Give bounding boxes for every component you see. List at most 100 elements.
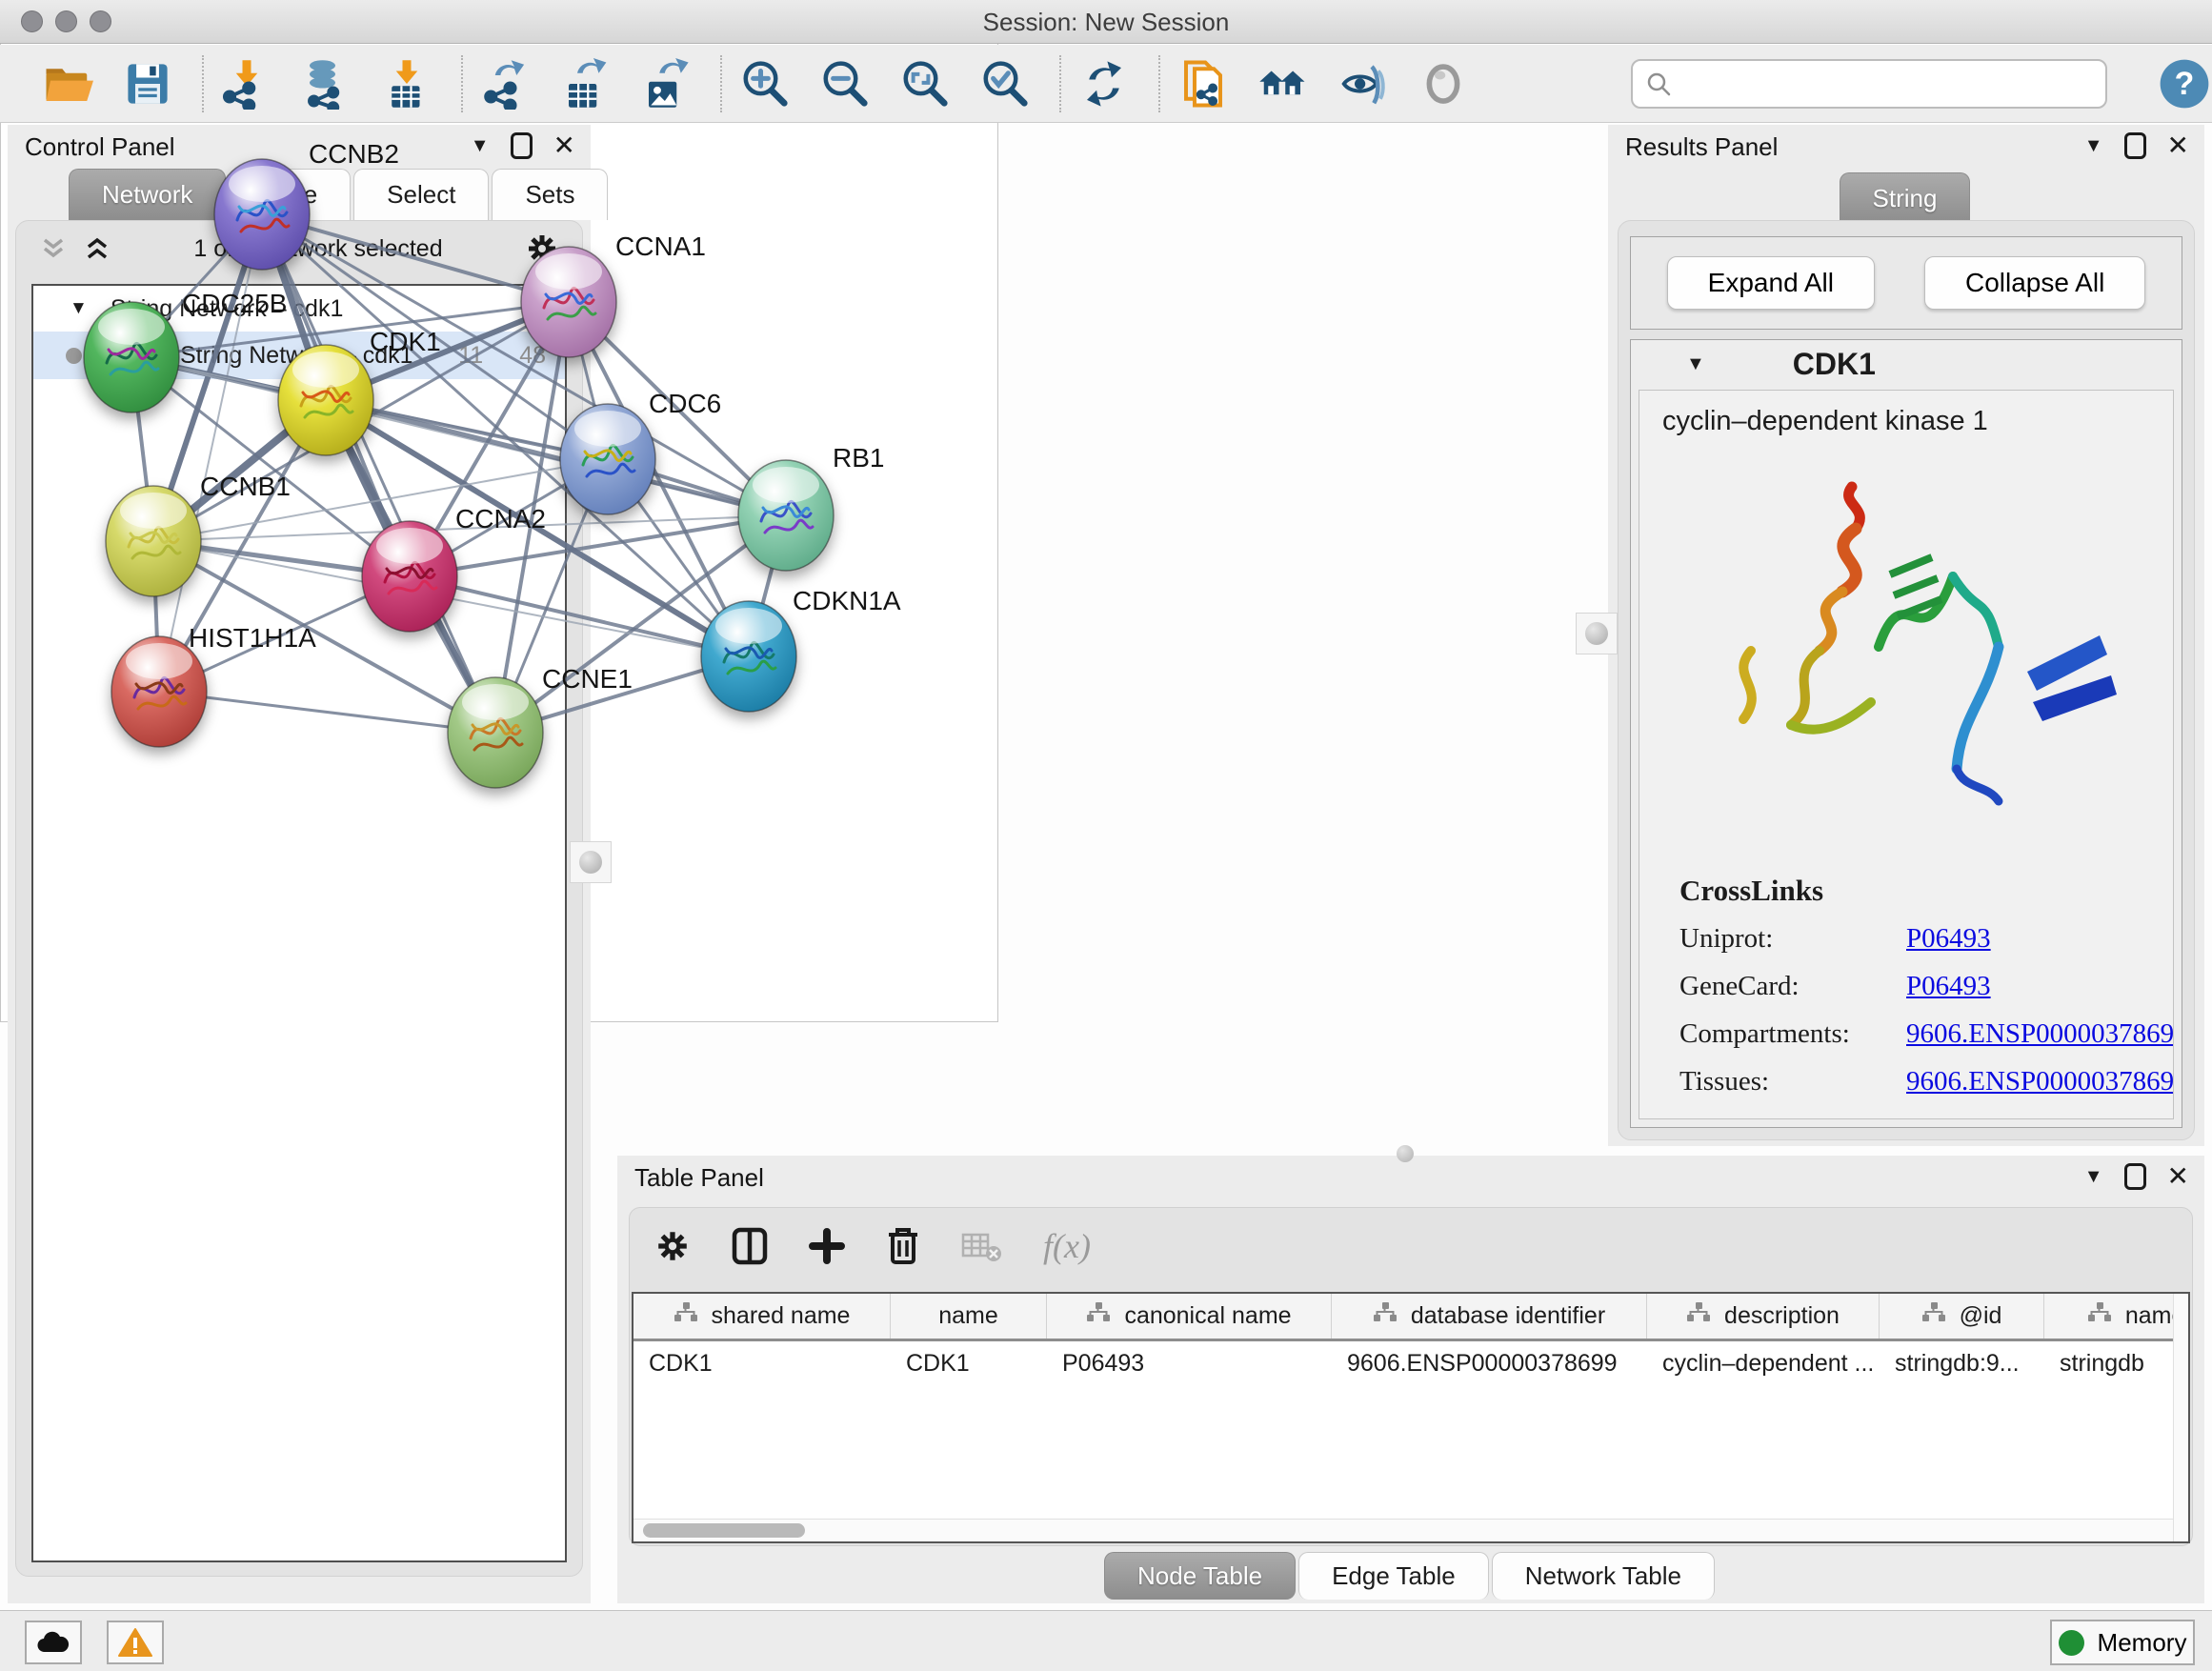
table-cell[interactable]: stringdb:9... [1880, 1350, 2044, 1378]
node-label-cdc25b: CDC25B [182, 289, 287, 318]
right-splitter-handle[interactable] [1576, 613, 1618, 654]
column-header-description[interactable]: description [1647, 1294, 1880, 1339]
panel-close-icon[interactable]: ✕ [2167, 1163, 2189, 1190]
add-column-icon[interactable] [809, 1228, 845, 1264]
network-edge[interactable] [410, 576, 749, 656]
search-input[interactable] [1680, 70, 2094, 98]
tab-network-table[interactable]: Network Table [1492, 1552, 1715, 1600]
crosslink-label: Tissues: [1679, 1066, 1906, 1097]
panel-float-icon[interactable] [2124, 1163, 2146, 1190]
node-label-ccnb2: CCNB2 [309, 139, 399, 169]
cloud-status-button[interactable] [25, 1621, 82, 1664]
network-node-hist1h1a[interactable] [111, 636, 207, 747]
crosslink-row: Tissues:9606.ENSP00000378699 [1679, 1066, 2173, 1097]
apply-preferred-layout-button[interactable] [1076, 56, 1132, 111]
panel-menu-icon[interactable]: ▼ [2084, 1163, 2103, 1190]
panel-menu-icon[interactable]: ▼ [2084, 132, 2103, 159]
column-header-canonical-name[interactable]: canonical name [1047, 1294, 1332, 1339]
help-button[interactable]: ? [2157, 56, 2212, 111]
crosslink-link[interactable]: 9606.ENSP00000378699 [1906, 1066, 2174, 1097]
column-header-namespace[interactable]: namespace [2044, 1294, 2190, 1339]
network-node-cdkn1a[interactable] [701, 601, 796, 712]
network-node-ccna2[interactable] [362, 521, 457, 632]
gene-details: cyclin–dependent kinase 1 [1639, 390, 2174, 1119]
gene-expand-icon[interactable]: ▼ [1686, 353, 1705, 375]
delete-column-trash-icon[interactable] [885, 1226, 921, 1266]
tab-edge-table[interactable]: Edge Table [1298, 1552, 1489, 1600]
network-node-ccnb2[interactable] [214, 159, 310, 270]
statusbar: Memory [0, 1610, 2212, 1671]
delete-table-icon[interactable] [961, 1229, 1003, 1263]
table-panel: Table Panel ▼ ✕ f(x) shared namenamecano… [617, 1156, 2204, 1603]
table-cell[interactable]: 9606.ENSP00000378699 [1332, 1350, 1647, 1378]
function-builder-icon[interactable]: f(x) [1043, 1226, 1091, 1266]
node-label-ccna1: CCNA1 [615, 232, 706, 261]
table-cell[interactable]: stringdb [2044, 1350, 2190, 1378]
node-label-cdk1: CDK1 [370, 327, 441, 356]
crosslink-link[interactable]: 9606.ENSP00000378699 [1906, 1018, 2174, 1050]
panel-close-icon[interactable]: ✕ [2167, 132, 2189, 159]
network-node-cdk1[interactable] [278, 345, 373, 455]
column-header--id[interactable]: @id [1880, 1294, 2044, 1339]
crosslink-row: Compartments:9606.ENSP00000378699 [1679, 1018, 2173, 1050]
network-node-rb1[interactable] [738, 460, 834, 571]
first-neighbors-button[interactable] [1256, 56, 1311, 111]
node-label-cdc6: CDC6 [649, 389, 721, 418]
gene-section-header[interactable]: ▼ CDK1 [1631, 340, 2182, 388]
memory-status-button[interactable]: Memory [2050, 1620, 2195, 1665]
expand-all-button[interactable]: Expand All [1667, 256, 1875, 310]
column-header-name[interactable]: name [891, 1294, 1047, 1339]
table-horizontal-scrollbar[interactable] [633, 1519, 2173, 1541]
table-row[interactable]: CDK1CDK1P064939606.ENSP00000378699cyclin… [633, 1341, 2188, 1385]
tab-string[interactable]: String [1840, 172, 1971, 224]
crosslink-link[interactable]: P06493 [1906, 971, 1991, 1002]
network-node-ccnb1[interactable] [106, 486, 201, 596]
network-node-ccne1[interactable] [448, 677, 543, 788]
collapse-all-button[interactable]: Collapse All [1924, 256, 2145, 310]
network-edge[interactable] [262, 214, 495, 733]
warning-status-button[interactable] [107, 1621, 164, 1664]
results-panel: Results Panel ▼ ✕ String Expand All Coll… [1608, 125, 2204, 1146]
toolbar-separator [1059, 55, 1061, 112]
show-all-button[interactable] [1416, 56, 1471, 111]
column-header-shared-name[interactable]: shared name [633, 1294, 891, 1339]
left-splitter-handle[interactable] [570, 841, 612, 883]
network-view-panel[interactable]: CCNB2CCNA1CDC25BCDK1CDC6RB1CCNB1CCNA2CDK… [0, 0, 998, 1022]
results-panel-header: Results Panel ▼ ✕ [1608, 125, 2204, 167]
table-vertical-scrollbar[interactable] [2173, 1294, 2188, 1541]
shared-column-icon [1373, 1301, 1398, 1331]
tab-node-table[interactable]: Node Table [1104, 1552, 1296, 1600]
toolbar-separator [1158, 55, 1160, 112]
column-label: database identifier [1411, 1302, 1605, 1330]
crosslink-label: Uniprot: [1679, 923, 1906, 955]
network-node-ccna1[interactable] [521, 247, 616, 357]
network-edge[interactable] [159, 692, 495, 733]
scrollbar-thumb[interactable] [643, 1523, 805, 1538]
svg-text:?: ? [2175, 66, 2195, 102]
cytoscape-window: Session: New Session [0, 0, 2212, 1671]
network-node-cdc6[interactable] [560, 404, 655, 514]
crosslink-link[interactable]: P06493 [1906, 1114, 1991, 1119]
column-header-database-identifier[interactable]: database identifier [1332, 1294, 1647, 1339]
shared-column-icon [1086, 1301, 1111, 1331]
protein-structure-image [1682, 460, 2130, 841]
table-cell[interactable]: CDK1 [633, 1350, 891, 1378]
table-cell[interactable]: cyclin–dependent ... [1647, 1350, 1880, 1378]
network-edge[interactable] [159, 214, 262, 692]
node-label-ccne1: CCNE1 [542, 664, 633, 694]
hide-selected-button[interactable] [1336, 56, 1391, 111]
results-panel-title: Results Panel [1625, 132, 1778, 162]
table-settings-gear-icon[interactable] [654, 1228, 691, 1264]
node-table: shared name namecanonical name database id… [632, 1292, 2190, 1543]
show-columns-icon[interactable] [731, 1226, 769, 1266]
panel-float-icon[interactable] [2124, 132, 2146, 159]
crosslinks-title: CrossLinks [1679, 874, 2173, 908]
bottom-splitter-handle[interactable] [1397, 1145, 1414, 1162]
table-cell[interactable]: CDK1 [891, 1350, 1047, 1378]
network-node-cdc25b[interactable] [84, 302, 179, 413]
new-network-from-selection-button[interactable] [1176, 56, 1231, 111]
crosslink-link[interactable]: P06493 [1906, 923, 1991, 955]
column-label: shared name [712, 1302, 851, 1330]
network-canvas[interactable]: CCNB2CCNA1CDC25BCDK1CDC6RB1CCNB1CCNA2CDK… [0, 0, 996, 971]
table-cell[interactable]: P06493 [1047, 1350, 1332, 1378]
